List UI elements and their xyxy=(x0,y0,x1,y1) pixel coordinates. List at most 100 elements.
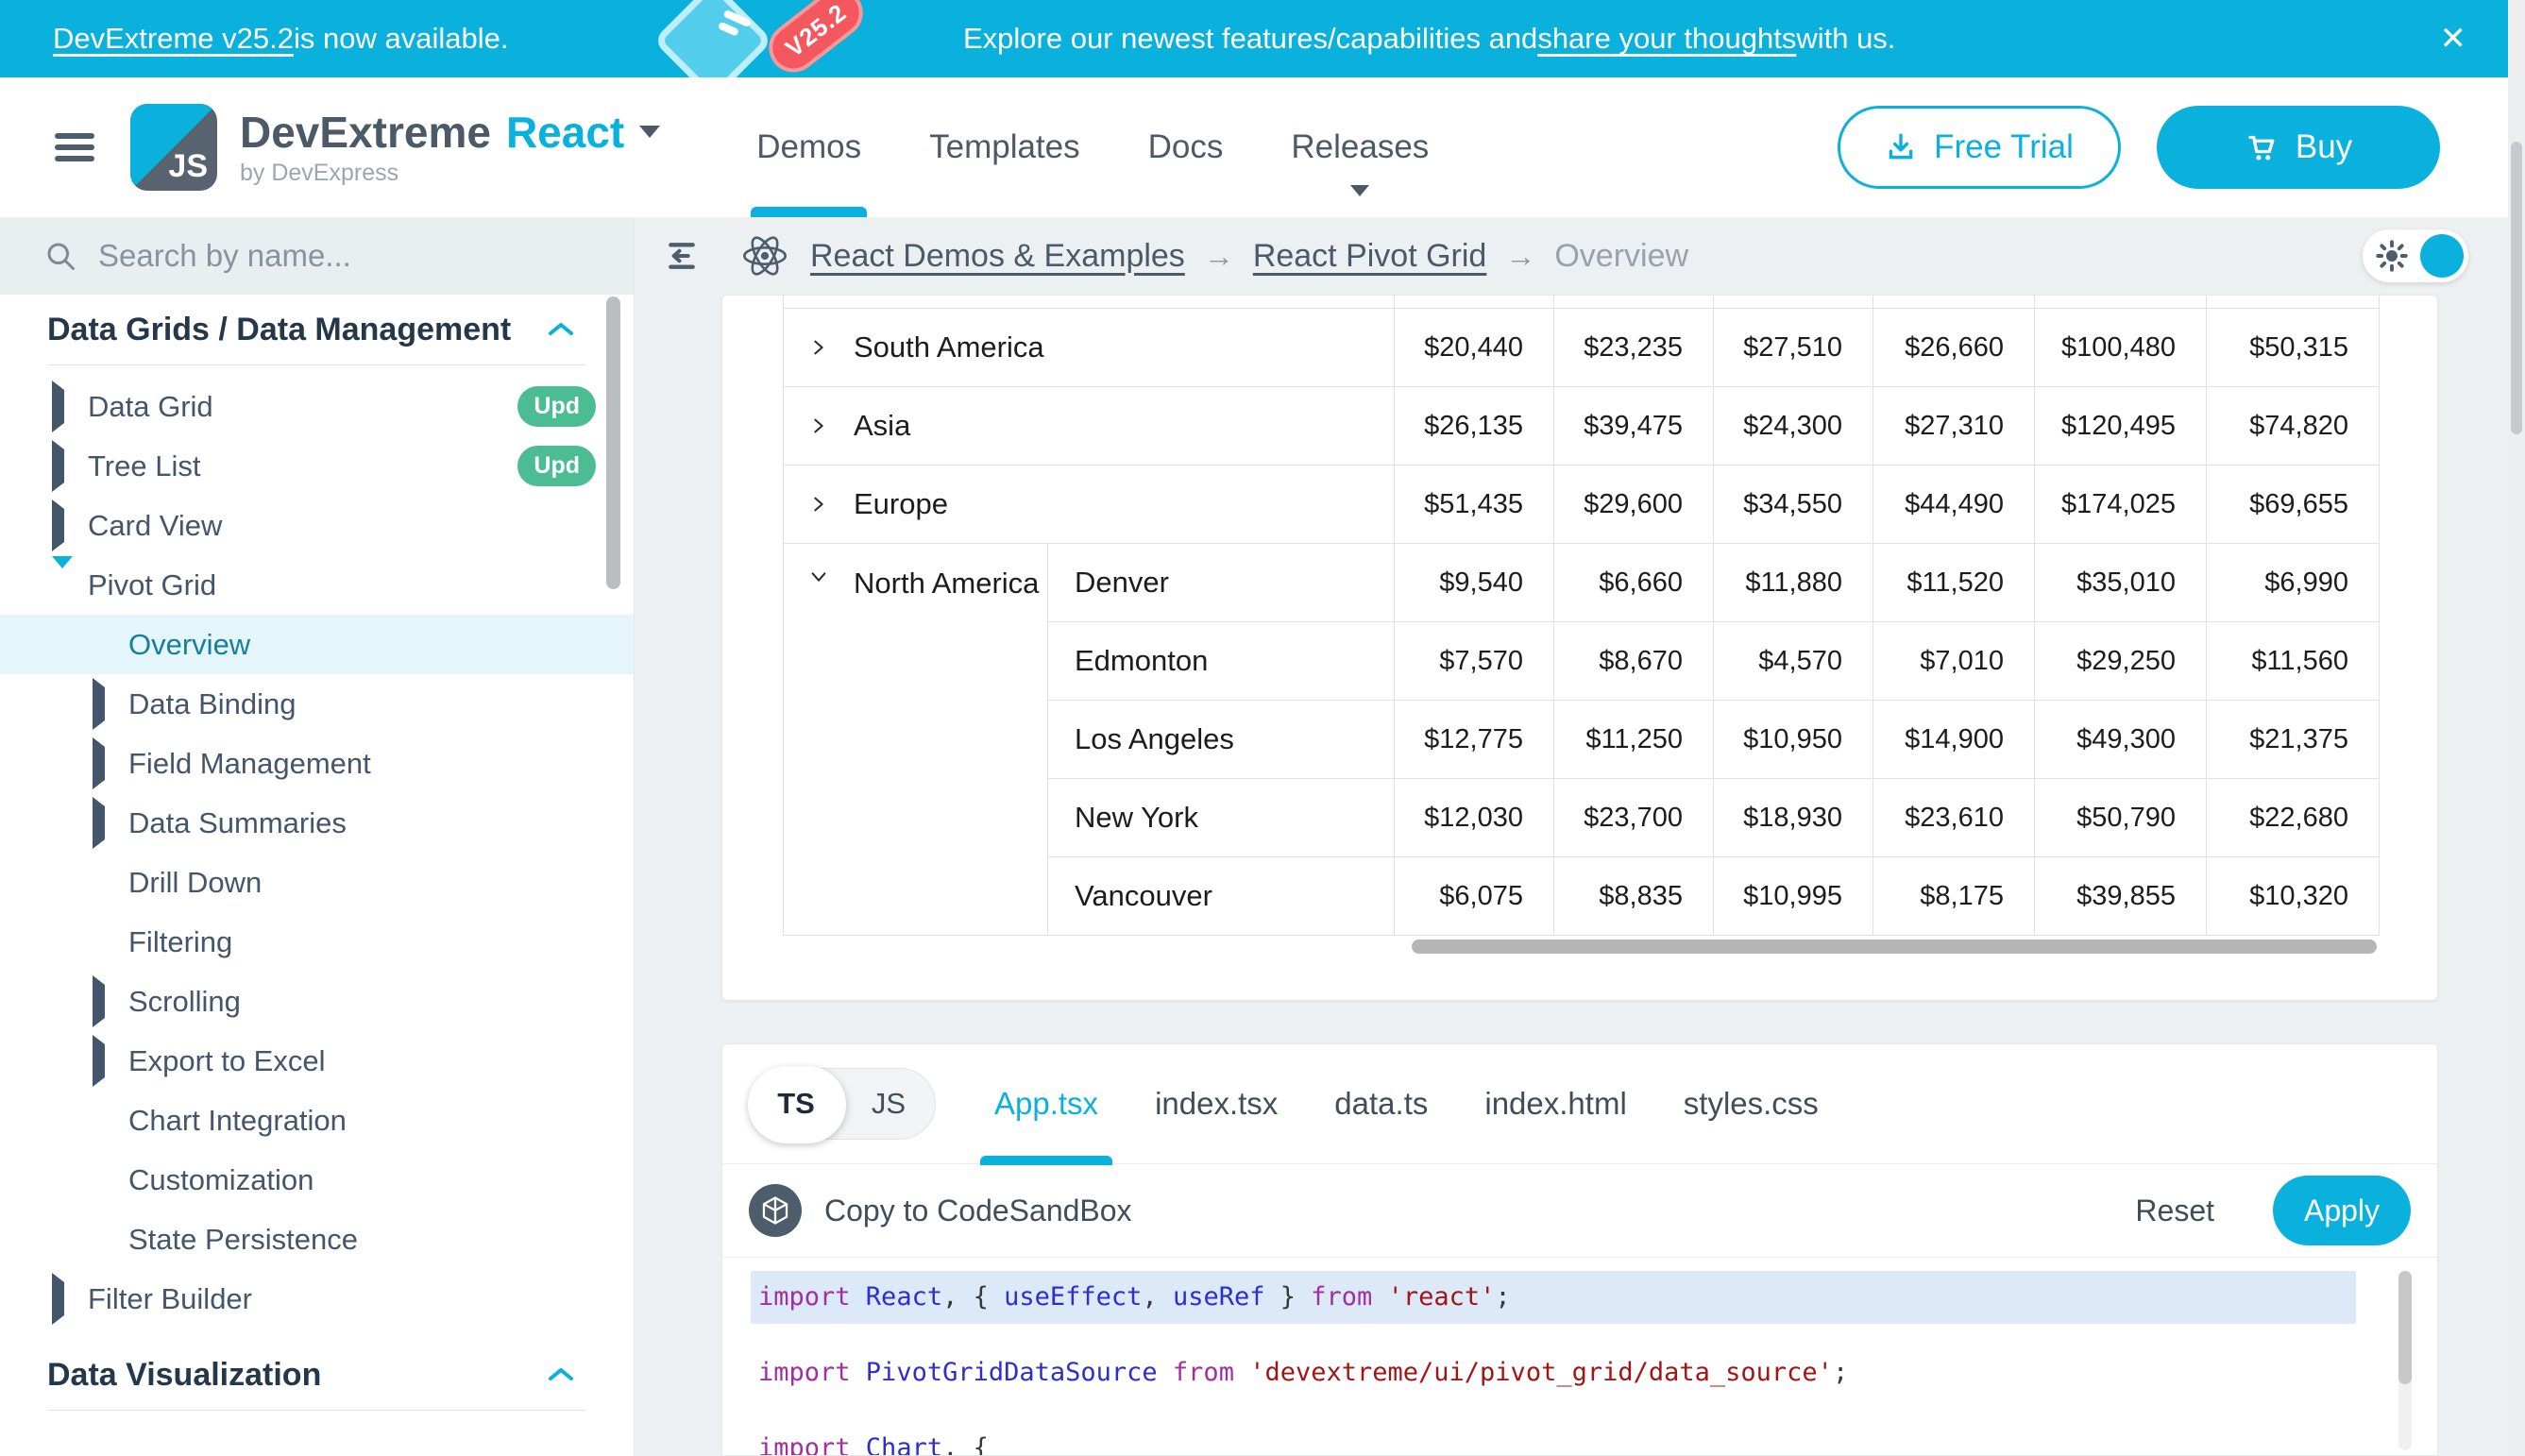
code-token: from xyxy=(1173,1358,1234,1387)
nav-demos[interactable]: Demos xyxy=(756,77,861,217)
code-token xyxy=(1372,1282,1387,1312)
tab-styles-css[interactable]: styles.css xyxy=(1684,1044,1819,1164)
sidebar-item-data-grid[interactable]: Data Grid Upd xyxy=(0,377,634,436)
sidebar-item-label: Data Summaries xyxy=(128,806,347,840)
sidebar-section-data-grids[interactable]: Data Grids / Data Management xyxy=(0,295,634,364)
logo-text[interactable]: DevExtreme React by DevExpress xyxy=(240,110,660,185)
sidebar-items: Data Grid Upd Tree ListUpdCard View Pivot G… xyxy=(0,365,634,1329)
codesandbox-label[interactable]: Copy to CodeSandBox xyxy=(824,1194,1132,1228)
buy-button[interactable]: Buy xyxy=(2157,106,2440,189)
pivot-row-north-america[interactable]: North America xyxy=(784,544,1048,936)
collapsed-arrow-icon xyxy=(93,1044,108,1078)
code-token: useRef xyxy=(1173,1282,1265,1312)
collapsed-arrow-icon xyxy=(93,747,108,781)
expand-row-icon[interactable] xyxy=(808,494,829,515)
pivot-row-south-america[interactable]: South America xyxy=(784,309,1395,387)
lang-option-ts[interactable]: TS xyxy=(750,1087,842,1121)
pivot-value-cell: $50,790 xyxy=(2035,779,2207,857)
sidebar-item-state-persistence[interactable]: State Persistence xyxy=(0,1210,634,1269)
sidebar-scrollbar[interactable] xyxy=(606,296,620,589)
language-toggle[interactable]: TS JS xyxy=(749,1068,936,1140)
pivot-value-cell: $7,570 xyxy=(1395,622,1554,701)
share-thoughts-link[interactable]: share your thoughts xyxy=(1537,22,1796,56)
sidebar-item-customization[interactable]: Customization xyxy=(0,1150,634,1210)
sidebar-item-label: Pivot Grid xyxy=(88,568,216,602)
nav-releases[interactable]: Releases xyxy=(1291,77,1429,217)
codesandbox-icon[interactable] xyxy=(749,1184,802,1237)
sidebar-item-filtering[interactable]: Filtering xyxy=(0,912,634,972)
pivot-row-asia[interactable]: Asia xyxy=(784,387,1395,466)
code-file-tabs: App.tsx index.tsx data.ts index.html styles.… xyxy=(994,1044,1819,1164)
collapsed-arrow-icon xyxy=(52,509,67,543)
sidebar-item-data-summaries[interactable]: Data Summaries xyxy=(0,793,634,853)
code-token: , { xyxy=(942,1433,989,1456)
nav-docs[interactable]: Docs xyxy=(1148,77,1224,217)
free-trial-button[interactable]: Free Trial xyxy=(1838,106,2121,189)
expand-row-icon[interactable] xyxy=(808,337,829,358)
pivot-row-label: Europe xyxy=(854,487,948,521)
code-line-2[interactable]: import PivotGridDataSource from 'devextr… xyxy=(751,1346,2437,1399)
breadcrumb-pivotgrid-link[interactable]: React Pivot Grid xyxy=(1253,238,1487,275)
pivot-cell-clipped xyxy=(1714,296,1873,309)
pivot-grid-horizontal-scrollbar[interactable] xyxy=(1412,940,2377,954)
pivot-value-cell: $11,520 xyxy=(1873,544,2035,622)
sidebar-item-label: Data Grid xyxy=(88,390,213,424)
pivot-value-cell: $14,900 xyxy=(1873,701,2035,779)
sidebar-item-label: Filter Builder xyxy=(88,1282,252,1316)
pivot-row-europe[interactable]: Europe xyxy=(784,466,1395,544)
sidebar-item-label: Export to Excel xyxy=(128,1044,325,1078)
pivot-value-cell: $12,030 xyxy=(1395,779,1554,857)
tab-data-ts[interactable]: data.ts xyxy=(1334,1044,1428,1164)
code-token: import xyxy=(758,1433,851,1456)
expand-row-icon[interactable] xyxy=(808,415,829,436)
sun-icon xyxy=(2375,239,2409,273)
sidebar-item-tree-list[interactable]: Tree ListUpd xyxy=(0,436,634,496)
nav-templates[interactable]: Templates xyxy=(929,77,1080,217)
chevron-up-icon xyxy=(547,1365,575,1384)
hamburger-menu-icon[interactable] xyxy=(55,127,94,167)
apply-button[interactable]: Apply xyxy=(2273,1176,2411,1245)
pivot-value-cell: $9,540 xyxy=(1395,544,1554,622)
tab-index-html[interactable]: index.html xyxy=(1484,1044,1626,1164)
reset-button[interactable]: Reset xyxy=(2135,1194,2214,1228)
pivot-value-cell: $35,010 xyxy=(2035,544,2207,622)
collapse-sidebar-icon[interactable] xyxy=(663,237,701,275)
pivot-value-cell: $8,175 xyxy=(1873,857,2035,936)
devextreme-logo[interactable]: JS xyxy=(130,104,217,191)
sidebar-item-data-binding[interactable]: Data Binding xyxy=(0,674,634,734)
collapsed-arrow-icon xyxy=(52,449,67,483)
tab-App-tsx[interactable]: App.tsx xyxy=(994,1044,1098,1164)
codesandbox-row: Copy to CodeSandBox Reset Apply xyxy=(722,1164,2437,1258)
collapse-row-icon[interactable] xyxy=(808,567,829,587)
sidebar-section-data-visualization[interactable]: Data Visualization xyxy=(0,1340,634,1410)
code-token: , xyxy=(1142,1282,1173,1312)
sidebar-item-overview[interactable]: Overview xyxy=(0,615,634,674)
code-line-3[interactable]: import Chart, { xyxy=(751,1422,2437,1456)
search-input[interactable]: Search by name... xyxy=(0,217,634,295)
breadcrumb-current: Overview xyxy=(1554,238,1688,275)
sidebar-item-pivot-grid[interactable]: Pivot Grid xyxy=(0,555,634,615)
pivot-cell-clipped xyxy=(1395,296,1554,309)
sidebar-item-card-view[interactable]: Card View xyxy=(0,496,634,555)
sidebar-item-drill-down[interactable]: Drill Down xyxy=(0,853,634,912)
tab-index-tsx[interactable]: index.tsx xyxy=(1155,1044,1278,1164)
framework-caret-icon[interactable] xyxy=(639,126,660,138)
theme-toggle-knob[interactable] xyxy=(2420,234,2464,278)
code-vertical-scrollbar[interactable] xyxy=(2398,1271,2412,1450)
sidebar-item-export-to-excel[interactable]: Export to Excel xyxy=(0,1031,634,1091)
sidebar-item-field-management[interactable]: Field Management xyxy=(0,734,634,793)
theme-toggle[interactable] xyxy=(2363,229,2468,282)
code-token: Chart xyxy=(851,1433,943,1456)
sidebar-item-chart-integration[interactable]: Chart Integration xyxy=(0,1091,634,1150)
page-scrollbar[interactable] xyxy=(2508,0,2525,1456)
banner-close-icon[interactable]: ✕ xyxy=(2440,21,2467,57)
updated-badge: Upd xyxy=(517,386,596,427)
sidebar-item-scrolling[interactable]: Scrolling xyxy=(0,972,634,1031)
sidebar-item-filter-builder[interactable]: Filter Builder xyxy=(0,1269,634,1329)
code-editor[interactable]: import React, { useEffect, useRef } from… xyxy=(722,1258,2437,1456)
code-line-1[interactable]: import React, { useEffect, useRef } from… xyxy=(751,1271,2356,1324)
lang-option-js[interactable]: JS xyxy=(842,1087,935,1121)
breadcrumb-demos-link[interactable]: React Demos & Examples xyxy=(810,238,1185,275)
release-version-link[interactable]: DevExtreme v25.2 xyxy=(53,22,294,56)
pivot-row-label: Asia xyxy=(854,409,910,443)
